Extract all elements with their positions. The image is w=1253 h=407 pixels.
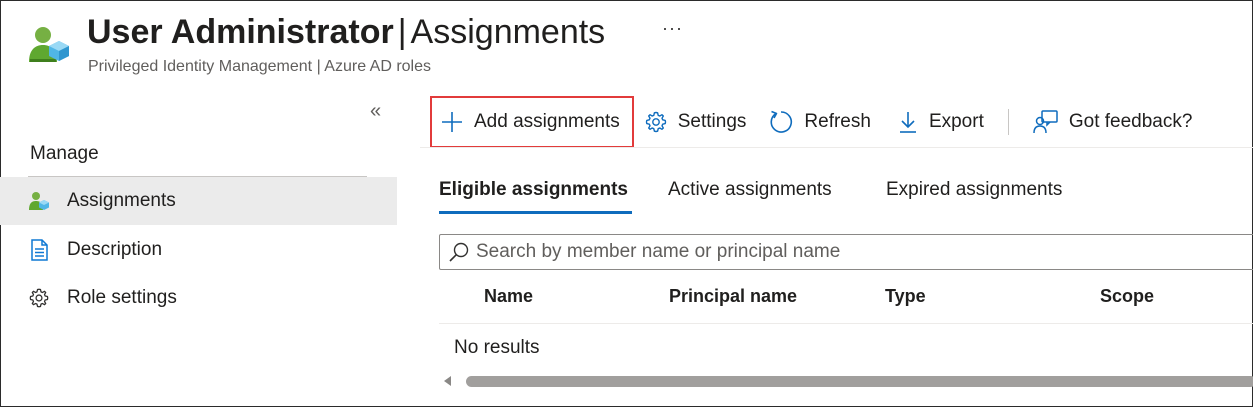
scroll-left-arrow[interactable]	[444, 376, 451, 386]
collapse-sidebar-button[interactable]: «	[370, 100, 381, 123]
refresh-button[interactable]: Refresh	[768, 98, 871, 146]
breadcrumb-subtitle: Privileged Identity Management | Azure A…	[88, 58, 431, 75]
feedback-icon	[1033, 110, 1058, 134]
column-header-scope[interactable]: Scope	[1100, 286, 1154, 307]
table-header-divider	[439, 323, 1253, 324]
empty-state-message: No results	[454, 337, 540, 358]
tab-eligible-assignments[interactable]: Eligible assignments	[439, 179, 628, 201]
plus-icon	[442, 112, 462, 132]
settings-label: Settings	[677, 111, 747, 132]
settings-button[interactable]: Settings	[644, 98, 747, 146]
tab-active-assignments[interactable]: Active assignments	[668, 179, 832, 201]
document-icon	[28, 239, 50, 261]
search-box[interactable]	[439, 234, 1253, 270]
sidebar-section-manage: Manage	[30, 143, 99, 164]
page-title-separator: |	[397, 13, 407, 51]
column-header-name[interactable]: Name	[484, 286, 533, 307]
tab-expired-assignments[interactable]: Expired assignments	[886, 179, 1062, 201]
toolbar-divider	[1007, 109, 1009, 135]
horizontal-scrollbar-thumb[interactable]	[466, 376, 1253, 387]
user-admin-icon	[29, 27, 69, 62]
page-title: User Administrator | Assignments	[87, 10, 605, 54]
sidebar-item-label: Role settings	[67, 287, 177, 308]
refresh-label: Refresh	[804, 111, 871, 132]
search-icon	[449, 242, 469, 262]
command-bar: Add assignments Settings Refresh Export	[430, 96, 1192, 148]
sidebar-item-assignments[interactable]: Assignments	[0, 177, 397, 225]
export-button[interactable]: Export	[897, 98, 984, 146]
column-header-type[interactable]: Type	[885, 286, 926, 307]
sidebar-item-label: Description	[67, 239, 163, 260]
toolbar-divider-line	[420, 147, 1253, 148]
feedback-button[interactable]: Got feedback?	[1033, 98, 1193, 146]
page-title-section: Assignments	[410, 13, 606, 51]
column-header-principal-name[interactable]: Principal name	[669, 286, 797, 307]
gear-icon	[645, 111, 666, 133]
more-options-button[interactable]: ···	[662, 18, 683, 39]
download-icon	[899, 112, 916, 133]
page-title-role: User Administrator	[87, 13, 394, 51]
refresh-icon	[770, 110, 793, 133]
user-assignment-icon	[28, 190, 50, 212]
add-assignments-label: Add assignments	[474, 111, 620, 132]
sidebar-item-description[interactable]: Description	[0, 226, 397, 274]
export-label: Export	[928, 111, 984, 132]
active-tab-indicator	[439, 211, 632, 214]
search-input[interactable]	[476, 241, 1236, 263]
gear-icon	[28, 287, 50, 309]
feedback-label: Got feedback?	[1068, 111, 1193, 132]
sidebar-item-label: Assignments	[67, 190, 176, 211]
sidebar-item-role-settings[interactable]: Role settings	[0, 274, 397, 322]
add-assignments-button[interactable]: Add assignments	[430, 96, 634, 148]
